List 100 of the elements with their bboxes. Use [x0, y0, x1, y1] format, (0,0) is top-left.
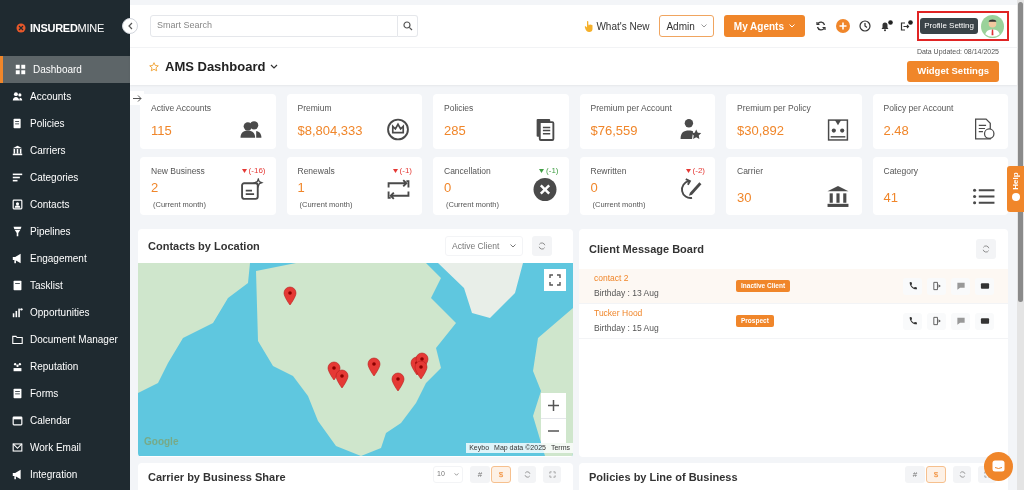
card-label: Premium per Policy [737, 102, 811, 115]
users-icon [12, 91, 23, 102]
message-button[interactable] [951, 277, 970, 295]
fullscreen-button[interactable] [544, 269, 566, 291]
whats-new-link[interactable]: What's New [584, 18, 650, 34]
phone-button[interactable] [903, 277, 922, 295]
clock-icon[interactable] [859, 20, 871, 32]
sidebar-item[interactable]: Carriers [0, 137, 130, 164]
map-pin-icon [283, 286, 297, 306]
card-label: Active Accounts [151, 102, 211, 115]
card-value: 0 [590, 179, 598, 197]
certificate-icon [825, 118, 850, 141]
megaphone-icon [12, 253, 23, 264]
users-icon [239, 118, 264, 141]
chat-bubble-button[interactable] [984, 452, 1013, 481]
login-icon [931, 316, 942, 326]
plus-icon [548, 400, 559, 411]
phone-button[interactable] [903, 312, 922, 330]
birthday-text: Birthday : 13 Aug [594, 287, 660, 300]
refresh-icon[interactable] [816, 21, 826, 31]
caret-icon [454, 473, 459, 476]
change-indicator: (-1) [539, 165, 559, 177]
message-icon [955, 281, 966, 291]
phone-icon [907, 316, 918, 326]
card-value: 115 [151, 122, 172, 140]
card-label: Policy per Account [883, 102, 954, 115]
megaphone-icon [12, 469, 23, 480]
card-value: 2 [151, 179, 159, 197]
message-button[interactable] [951, 312, 970, 330]
calendar-icon [12, 415, 23, 426]
map-pin-icon [391, 372, 405, 392]
tooltip: Profile Setting [920, 18, 978, 34]
card-label: Cancellation [444, 165, 491, 178]
logo-icon [16, 23, 26, 33]
envelope-button[interactable] [975, 277, 994, 295]
refresh-icon [958, 471, 966, 478]
card-value: 285 [444, 122, 466, 140]
mode-toggle[interactable]: # [905, 466, 925, 483]
bell-icon[interactable] [880, 20, 893, 32]
card-label: Renewals [297, 165, 335, 178]
sidebar-item[interactable]: Calendar [0, 407, 130, 434]
redo-pencil-icon [679, 178, 703, 201]
login-button[interactable] [927, 277, 946, 295]
card-value: 41 [883, 189, 898, 207]
logo-text: INSUREDMINE [30, 20, 104, 36]
card-value: $76,559 [590, 122, 638, 140]
crown-circle-icon [386, 118, 410, 141]
login-button[interactable] [927, 312, 946, 330]
client-filter-select[interactable]: Active Client [445, 236, 523, 256]
sidebar-item[interactable]: Pipelines [0, 218, 130, 245]
change-indicator: (-16) [241, 165, 266, 177]
card-label: Carrier [737, 165, 763, 178]
person-star-icon [679, 118, 703, 141]
star-icon[interactable] [149, 61, 159, 72]
minus-icon [548, 430, 559, 432]
envelope-icon [12, 442, 23, 453]
sidebar-item[interactable]: Integration [0, 461, 130, 488]
add-icon[interactable] [836, 19, 850, 33]
card-value: 1 [297, 179, 305, 197]
document-icon [12, 118, 23, 129]
sidebar-item[interactable]: Dashboard [0, 56, 130, 83]
card-label: Premium per Account [590, 102, 672, 115]
card-label: Policies [444, 102, 474, 115]
card-label: Rewritten [590, 165, 627, 178]
expand-icon [548, 471, 556, 478]
sidebar-item[interactable]: Document Manager [0, 326, 130, 353]
mode-toggle[interactable]: # [470, 466, 490, 483]
close-circle-icon [532, 178, 557, 201]
collapse-button[interactable] [122, 18, 138, 34]
sidebar-item[interactable]: Engagement [0, 245, 130, 272]
envelope-button[interactable] [975, 312, 994, 330]
sidebar-item[interactable]: Reputation [0, 353, 130, 380]
chevron-down-icon[interactable] [270, 64, 279, 69]
sidebar-item[interactable]: Contacts [0, 191, 130, 218]
sidebar-item[interactable]: Accounts [0, 83, 130, 110]
sidebar-item[interactable]: Categories [0, 164, 130, 191]
map-pin-icon [414, 360, 428, 380]
sidebar-item[interactable]: Forms [0, 380, 130, 407]
grid-icon [15, 64, 26, 75]
dashboard-title[interactable]: AMS Dashboard [165, 56, 266, 77]
sidebar-item[interactable]: Work Email [0, 434, 130, 461]
birthday-text: Birthday : 15 Aug [594, 322, 660, 335]
search-icon[interactable] [402, 21, 413, 31]
change-indicator: (-2) [685, 165, 705, 177]
role-select[interactable]: Admin [659, 15, 714, 37]
caret-icon [789, 24, 795, 28]
expand-arrow-button[interactable] [130, 91, 144, 105]
sidebar-item[interactable]: Tasklist [0, 272, 130, 299]
map-logo: Google [144, 435, 179, 449]
sidebar-item[interactable]: Policies [0, 110, 130, 137]
people-icon [12, 361, 23, 372]
bank-icon [12, 145, 23, 156]
logout-icon[interactable] [900, 20, 913, 32]
swap-arrows-icon [386, 178, 410, 201]
bar-chart-icon [12, 307, 23, 318]
card-value: 30 [737, 189, 752, 207]
sidebar-item[interactable]: Opportunities [0, 299, 130, 326]
contact-card-icon [12, 199, 23, 210]
avatar-icon[interactable] [981, 14, 1004, 38]
search-field[interactable]: Smart Search [150, 15, 398, 37]
